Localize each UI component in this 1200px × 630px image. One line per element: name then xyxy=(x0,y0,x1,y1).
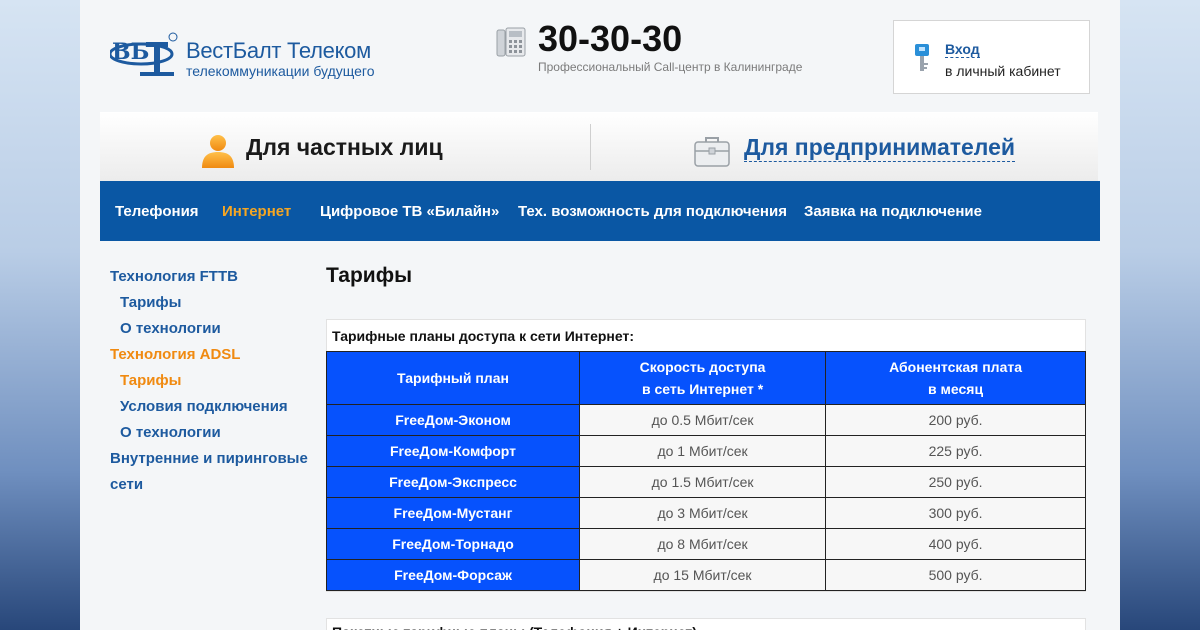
sidebar-item-peering-cont[interactable]: сети xyxy=(110,472,310,498)
svg-text:ВБ: ВБ xyxy=(112,39,149,65)
table-header-row: Тарифный план Скорость доступа в сеть Ин… xyxy=(326,351,1086,405)
segment-divider xyxy=(590,124,591,170)
sidebar-item-adsl-about[interactable]: О технологии xyxy=(110,420,310,446)
person-icon xyxy=(202,135,234,168)
nav-item-telephony[interactable]: Телефония xyxy=(115,203,199,220)
fee-cell: 200 руб. xyxy=(825,404,1086,436)
fee-cell: 400 руб. xyxy=(825,528,1086,560)
speed-cell: до 8 Мбит/сек xyxy=(578,528,827,560)
header-fee-line2: в месяц xyxy=(928,381,984,397)
nav-item-internet[interactable]: Интернет xyxy=(222,203,291,220)
fee-cell: 300 руб. xyxy=(825,497,1086,529)
plan-cell: FreeДом-Торнадо xyxy=(326,528,580,560)
speed-cell: до 0.5 Мбит/сек xyxy=(578,404,827,436)
table-row: FreeДом-Форсаж до 15 Мбит/сек 500 руб. xyxy=(326,559,1086,591)
phone-number[interactable]: 30-30-30 xyxy=(538,18,682,60)
table-row: FreeДом-Комфорт до 1 Мбит/сек 225 руб. xyxy=(326,435,1086,467)
nav-item-tech-availability[interactable]: Тех. возможность для подключения xyxy=(518,203,787,220)
sidebar-item-peering[interactable]: Внутренние и пиринговые xyxy=(110,446,310,472)
nav-item-digital-tv[interactable]: Цифровое ТВ «Билайн» xyxy=(320,203,499,220)
package-table-caption: Пакетные тарифные планы (Телефония + Инт… xyxy=(327,619,1085,630)
speed-cell: до 1 Мбит/сек xyxy=(578,435,827,467)
table-row: FreeДом-Экспресс до 1.5 Мбит/сек 250 руб… xyxy=(326,466,1086,498)
sidebar-item-adsl[interactable]: Технология ADSL xyxy=(110,342,310,368)
sidebar-item-fttb[interactable]: Технология FTTB xyxy=(110,264,310,290)
sidebar-item-adsl-conditions[interactable]: Условия подключения xyxy=(110,394,310,420)
tariff-table-block: Тарифные планы доступа к сети Интернет: … xyxy=(326,319,1086,592)
logo-mark-icon: ВБ xyxy=(110,32,178,76)
plan-cell: FreeДом-Экспресс xyxy=(326,466,580,498)
header-plan: Тарифный план xyxy=(326,351,580,405)
segment-switcher: Для частных лиц Для предпринимателей xyxy=(100,112,1098,181)
page: ВБ ВестБалт Телеком телекоммуникации буд… xyxy=(80,0,1120,630)
plan-cell: FreeДом-Эконом xyxy=(326,404,580,436)
header-fee-line1: Абонентская плата xyxy=(889,359,1023,375)
table-row: FreeДом-Эконом до 0.5 Мбит/сек 200 руб. xyxy=(326,404,1086,436)
speed-cell: до 1.5 Мбит/сек xyxy=(578,466,827,498)
header-speed-line2: в сеть Интернет * xyxy=(641,381,764,397)
table-row: FreeДом-Мустанг до 3 Мбит/сек 300 руб. xyxy=(326,497,1086,529)
logo[interactable]: ВБ ВестБалт Телеком телекоммуникации буд… xyxy=(110,32,400,80)
plan-cell: FreeДом-Комфорт xyxy=(326,435,580,467)
tariff-table: Тарифный план Скорость доступа в сеть Ин… xyxy=(326,351,1086,591)
login-link[interactable]: Вход xyxy=(945,41,980,58)
header-fee: Абонентская плата в месяц xyxy=(825,351,1086,405)
main-nav: Телефония Интернет Цифровое ТВ «Билайн» … xyxy=(100,181,1100,241)
brand-tagline: телекоммуникации будущего xyxy=(186,63,375,79)
header-speed-line1: Скорость доступа xyxy=(639,359,766,375)
table-row: FreeДом-Торнадо до 8 Мбит/сек 400 руб. xyxy=(326,528,1086,560)
login-box: Вход в личный кабинет xyxy=(893,20,1090,94)
segment-business-label: Для предпринимателей xyxy=(744,134,1016,162)
package-table-block: Пакетные тарифные планы (Телефония + Инт… xyxy=(326,618,1086,630)
fee-cell: 500 руб. xyxy=(825,559,1086,591)
phone-subtitle: Профессиональный Call-центр в Калинингра… xyxy=(538,60,803,74)
fee-cell: 225 руб. xyxy=(825,435,1086,467)
plan-cell: FreeДом-Мустанг xyxy=(326,497,580,529)
login-subtitle: в личный кабинет xyxy=(945,63,1061,79)
speed-cell: до 15 Мбит/сек xyxy=(578,559,827,591)
fee-cell: 250 руб. xyxy=(825,466,1086,498)
nav-item-connection-request[interactable]: Заявка на подключение xyxy=(804,203,982,220)
header-speed: Скорость доступа в сеть Интернет * xyxy=(578,351,827,405)
tariff-table-caption: Тарифные планы доступа к сети Интернет: xyxy=(332,328,635,344)
sidebar-item-fttb-about[interactable]: О технологии xyxy=(110,316,310,342)
page-title: Тарифы xyxy=(326,264,413,287)
brand-name: ВестБалт Телеком xyxy=(186,38,371,63)
sidebar: Технология FTTB Тарифы О технологии Техн… xyxy=(110,264,310,498)
phone-icon xyxy=(496,27,526,57)
segment-private-label: Для частных лиц xyxy=(246,134,443,160)
plan-cell: FreeДом-Форсаж xyxy=(326,559,580,591)
sidebar-item-fttb-tariffs[interactable]: Тарифы xyxy=(110,290,310,316)
speed-cell: до 3 Мбит/сек xyxy=(578,497,827,529)
key-icon xyxy=(915,44,929,71)
briefcase-icon xyxy=(694,137,730,167)
sidebar-item-adsl-tariffs[interactable]: Тарифы xyxy=(110,368,310,394)
